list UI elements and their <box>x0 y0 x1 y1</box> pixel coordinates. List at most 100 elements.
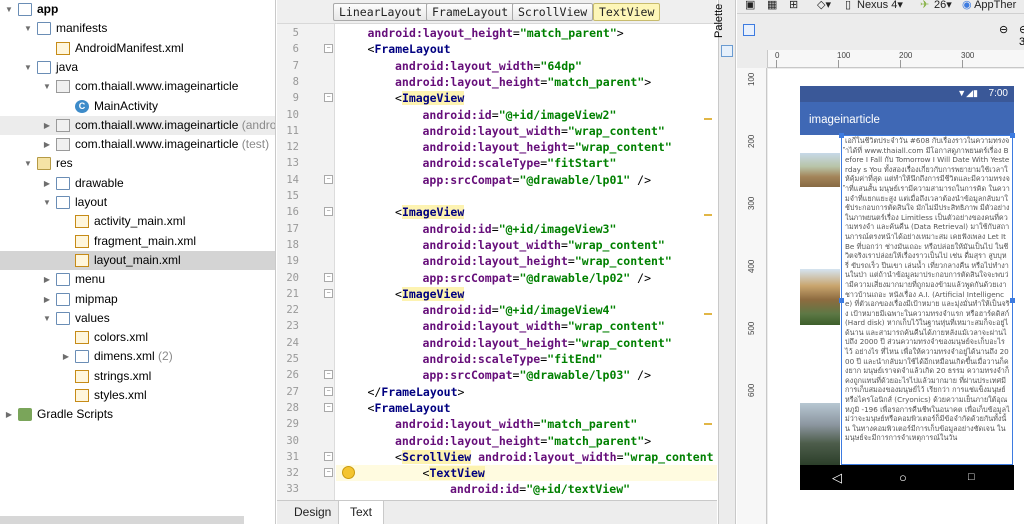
expand-arrow-icon[interactable]: ▼ <box>42 193 52 212</box>
fold-toggle-icon[interactable]: − <box>324 288 333 298</box>
api-level-selector[interactable]: 26▾ <box>934 0 952 11</box>
design-surface-icon[interactable]: ▣ <box>745 0 755 11</box>
tree-item-label: layout_main.xml <box>94 252 181 267</box>
tree-item[interactable]: ▶ mipmap <box>0 290 275 309</box>
tree-item[interactable]: ▼ layout <box>0 193 275 212</box>
collapse-arrow-icon[interactable]: ▶ <box>61 347 71 366</box>
xml-tag: ImageView <box>401 286 465 301</box>
tree-item[interactable]: activity_main.xml <box>0 212 275 231</box>
xml-punct: </ <box>367 384 382 399</box>
tree-item[interactable]: ▶ dimens.xml (2) <box>0 347 275 366</box>
tree-item[interactable]: colors.xml <box>0 328 275 347</box>
orientation-icon[interactable]: ⊞ <box>789 0 798 11</box>
collapse-arrow-icon[interactable]: ▶ <box>42 135 52 154</box>
preview-content: เอกี่ในชีวิตประจำวัน #608 กับเรื่องราวใน… <box>800 135 1014 465</box>
xml-value: "@drawable/lp01" <box>519 172 631 187</box>
fold-toggle-icon[interactable]: − <box>324 386 333 396</box>
breadcrumb-textview[interactable]: TextView <box>593 3 661 21</box>
tab-design[interactable]: Design <box>283 501 342 524</box>
xml-punct: /> <box>630 172 652 187</box>
theme-color-icon[interactable]: ◇▾ <box>817 0 831 11</box>
image-view-lp03[interactable] <box>800 403 840 465</box>
tree-horizontal-scrollbar[interactable] <box>0 516 244 524</box>
collapse-arrow-icon[interactable]: ▶ <box>42 270 52 289</box>
xml-value: "@+id/imageView4" <box>498 303 617 318</box>
fold-toggle-icon[interactable]: − <box>324 207 333 217</box>
tree-item[interactable]: ▼ manifests <box>0 19 275 38</box>
zoom-out-icon[interactable]: ⊖ <box>999 23 1008 36</box>
expand-arrow-icon[interactable]: ▼ <box>23 154 33 173</box>
fold-toggle-icon[interactable]: − <box>324 272 333 282</box>
tree-item[interactable]: ▶ drawable <box>0 174 275 193</box>
expand-arrow-icon[interactable]: ▼ <box>42 309 52 328</box>
collapse-arrow-icon[interactable]: ▶ <box>4 405 14 424</box>
image-view-lp01[interactable] <box>800 153 840 187</box>
collapse-arrow-icon[interactable]: ▶ <box>42 290 52 309</box>
collapse-arrow-icon[interactable]: ▶ <box>42 174 52 193</box>
xml-value: "64dp" <box>540 58 582 73</box>
tree-item[interactable]: AndroidManifest.xml <box>0 39 275 58</box>
home-icon[interactable]: ○ <box>899 470 907 485</box>
text-view-preview[interactable]: เอกี่ในชีวิตประจำวัน #608 กับเรื่องราวใน… <box>842 135 1012 465</box>
tree-item[interactable]: styles.xml <box>0 386 275 405</box>
intention-bulb-icon[interactable] <box>342 466 355 480</box>
tree-item[interactable]: ▶ com.thaiall.www.imageinarticle (androi <box>0 115 275 135</box>
palette-tab[interactable]: Palette <box>713 4 725 38</box>
xml-tag: TextView <box>429 466 485 481</box>
fold-toggle-icon[interactable]: − <box>324 93 333 103</box>
ruler-label: 100 <box>837 51 851 60</box>
tree-item[interactable]: ▶ menu <box>0 270 275 289</box>
breadcrumb-linearlayout[interactable]: LinearLayout <box>333 3 429 21</box>
tree-item[interactable]: ▼ com.thaiall.www.imageinarticle <box>0 77 275 96</box>
code-line: android:scaleType="fitStart" <box>336 155 717 171</box>
tree-item[interactable]: fragment_main.xml <box>0 232 275 251</box>
editor-error-stripe[interactable] <box>704 0 714 524</box>
stripe-mark[interactable] <box>704 313 712 315</box>
fold-toggle-icon[interactable]: − <box>324 44 333 54</box>
stripe-mark[interactable] <box>704 214 712 216</box>
breadcrumb-scrollview[interactable]: ScrollView <box>512 3 594 21</box>
expand-arrow-icon[interactable]: ▼ <box>4 0 14 19</box>
recents-icon[interactable]: □ <box>968 471 975 483</box>
design-canvas[interactable]: ▼◢▮ 7:00 imageinarticle เอกี่ในชีวิตประจ… <box>768 69 1024 524</box>
tree-item[interactable]: ▼ java <box>0 58 275 77</box>
device-menu-icon[interactable]: ▯ <box>845 0 851 11</box>
fold-toggle-icon[interactable]: − <box>324 402 333 412</box>
breadcrumb-framelayout[interactable]: FrameLayout <box>426 3 515 21</box>
tree-item[interactable]: strings.xml <box>0 367 275 386</box>
tree-item[interactable]: ▼ app <box>0 0 275 19</box>
device-selector[interactable]: Nexus 4▾ <box>857 0 903 11</box>
theme-selector[interactable]: ◉ AppTher <box>962 0 1016 11</box>
stripe-mark[interactable] <box>704 118 712 120</box>
xml-attribute: android:layout_height <box>395 74 541 89</box>
code-area[interactable]: android:layout_height="match_parent"> <Fr… <box>336 24 717 500</box>
fold-toggle-icon[interactable]: − <box>324 468 333 478</box>
select-mode-icon[interactable] <box>743 24 755 36</box>
back-icon[interactable]: ◁ <box>832 470 842 486</box>
tree-item[interactable]: ▶ Gradle Scripts <box>0 405 275 424</box>
tree-item[interactable]: ▼ res <box>0 154 275 173</box>
xml-punct: = <box>512 26 520 40</box>
stripe-mark[interactable] <box>704 423 712 425</box>
expand-arrow-icon[interactable]: ▼ <box>23 19 33 38</box>
fold-toggle-icon[interactable]: − <box>324 370 333 380</box>
line-number: 10 <box>286 108 299 121</box>
fold-toggle-icon[interactable]: − <box>324 174 333 184</box>
code-line: android:layout_height="match_parent"> <box>336 74 717 90</box>
expand-arrow-icon[interactable]: ▼ <box>23 58 33 77</box>
blueprint-icon[interactable]: ▦ <box>767 0 777 11</box>
line-number: 7 <box>292 59 299 72</box>
expand-arrow-icon[interactable]: ▼ <box>42 77 52 96</box>
tree-item[interactable]: C MainActivity <box>0 97 275 116</box>
xml-attribute: app:srcCompat <box>422 270 513 285</box>
code-line: android:id="@+id/imageView4" <box>336 302 717 318</box>
collapse-arrow-icon[interactable]: ▶ <box>42 116 52 135</box>
tab-text[interactable]: Text <box>338 501 385 524</box>
tree-item[interactable]: ▶ com.thaiall.www.imageinarticle (test) <box>0 135 275 154</box>
ruler-label: 0 <box>775 51 780 60</box>
fold-toggle-icon[interactable]: − <box>324 451 333 461</box>
tree-item[interactable]: ▼ values <box>0 309 275 328</box>
palette-widget-icon[interactable] <box>721 45 733 57</box>
image-view-lp02[interactable] <box>800 269 840 325</box>
tree-item[interactable]: layout_main.xml <box>0 250 275 270</box>
